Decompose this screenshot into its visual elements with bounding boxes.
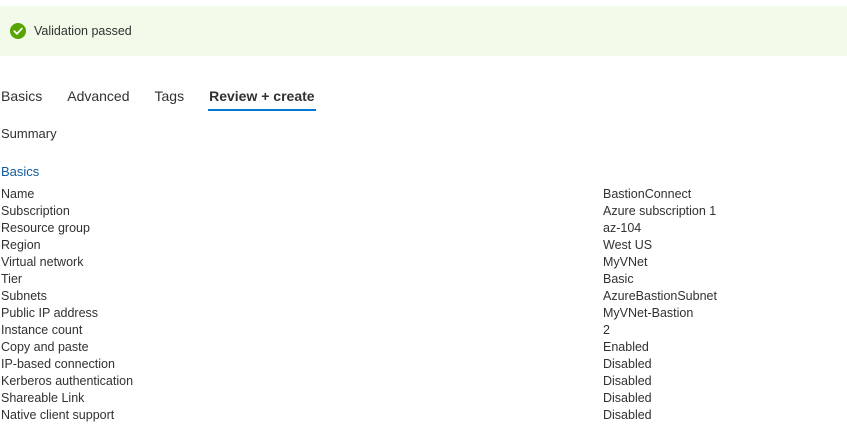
summary-value: Basic bbox=[603, 272, 634, 286]
summary-table: Name BastionConnect Subscription Azure s… bbox=[0, 186, 847, 424]
check-circle-icon bbox=[10, 23, 26, 39]
summary-key: Public IP address bbox=[1, 306, 99, 320]
summary-key: Region bbox=[1, 238, 41, 252]
summary-row: IP-based connection Disabled bbox=[0, 356, 847, 373]
summary-key: Subscription bbox=[1, 204, 70, 218]
summary-row: Name BastionConnect bbox=[0, 186, 847, 203]
summary-key: Subnets bbox=[1, 289, 47, 303]
validation-banner: Validation passed bbox=[0, 6, 847, 56]
summary-value: Disabled bbox=[603, 408, 652, 422]
summary-value: az-104 bbox=[603, 221, 642, 235]
summary-value: Disabled bbox=[603, 374, 652, 388]
review-create-page: Validation passed Basics Advanced Tags R… bbox=[0, 0, 847, 435]
tab-review-create[interactable]: Review + create bbox=[208, 84, 316, 111]
summary-value: MyVNet-Bastion bbox=[603, 306, 694, 320]
summary-row: Instance count 2 bbox=[0, 322, 847, 339]
tab-tags[interactable]: Tags bbox=[154, 84, 186, 110]
summary-value: Enabled bbox=[603, 340, 649, 354]
summary-key: Kerberos authentication bbox=[1, 374, 134, 388]
tab-basics[interactable]: Basics bbox=[0, 84, 43, 110]
section-title-basics: Basics bbox=[1, 164, 40, 179]
summary-value: West US bbox=[603, 238, 653, 252]
summary-row: Kerberos authentication Disabled bbox=[0, 373, 847, 390]
wizard-tabs: Basics Advanced Tags Review + create bbox=[0, 84, 339, 114]
summary-value: 2 bbox=[603, 323, 610, 337]
summary-row: Tier Basic bbox=[0, 271, 847, 288]
summary-row: Subscription Azure subscription 1 bbox=[0, 203, 847, 220]
summary-key: Copy and paste bbox=[1, 340, 89, 354]
summary-row: Copy and paste Enabled bbox=[0, 339, 847, 356]
validation-message: Validation passed bbox=[34, 24, 132, 38]
summary-key: Tier bbox=[1, 272, 23, 286]
summary-key: Native client support bbox=[1, 408, 115, 422]
summary-value: Azure subscription 1 bbox=[603, 204, 717, 218]
summary-value: BastionConnect bbox=[603, 187, 692, 201]
summary-row: Virtual network MyVNet bbox=[0, 254, 847, 271]
summary-key: Virtual network bbox=[1, 255, 84, 269]
summary-key: Instance count bbox=[1, 323, 83, 337]
summary-value: AzureBastionSubnet bbox=[603, 289, 717, 303]
summary-key: Resource group bbox=[1, 221, 90, 235]
summary-row: Native client support Disabled bbox=[0, 407, 847, 424]
summary-row: Region West US bbox=[0, 237, 847, 254]
tab-advanced[interactable]: Advanced bbox=[66, 84, 130, 110]
summary-key: IP-based connection bbox=[1, 357, 115, 371]
summary-value: Disabled bbox=[603, 391, 652, 405]
summary-heading: Summary bbox=[1, 126, 57, 141]
summary-row: Resource group az-104 bbox=[0, 220, 847, 237]
summary-value: Disabled bbox=[603, 357, 652, 371]
summary-row: Subnets AzureBastionSubnet bbox=[0, 288, 847, 305]
summary-row: Public IP address MyVNet-Bastion bbox=[0, 305, 847, 322]
summary-key: Shareable Link bbox=[1, 391, 85, 405]
summary-key: Name bbox=[1, 187, 35, 201]
summary-value: MyVNet bbox=[603, 255, 648, 269]
summary-row: Shareable Link Disabled bbox=[0, 390, 847, 407]
